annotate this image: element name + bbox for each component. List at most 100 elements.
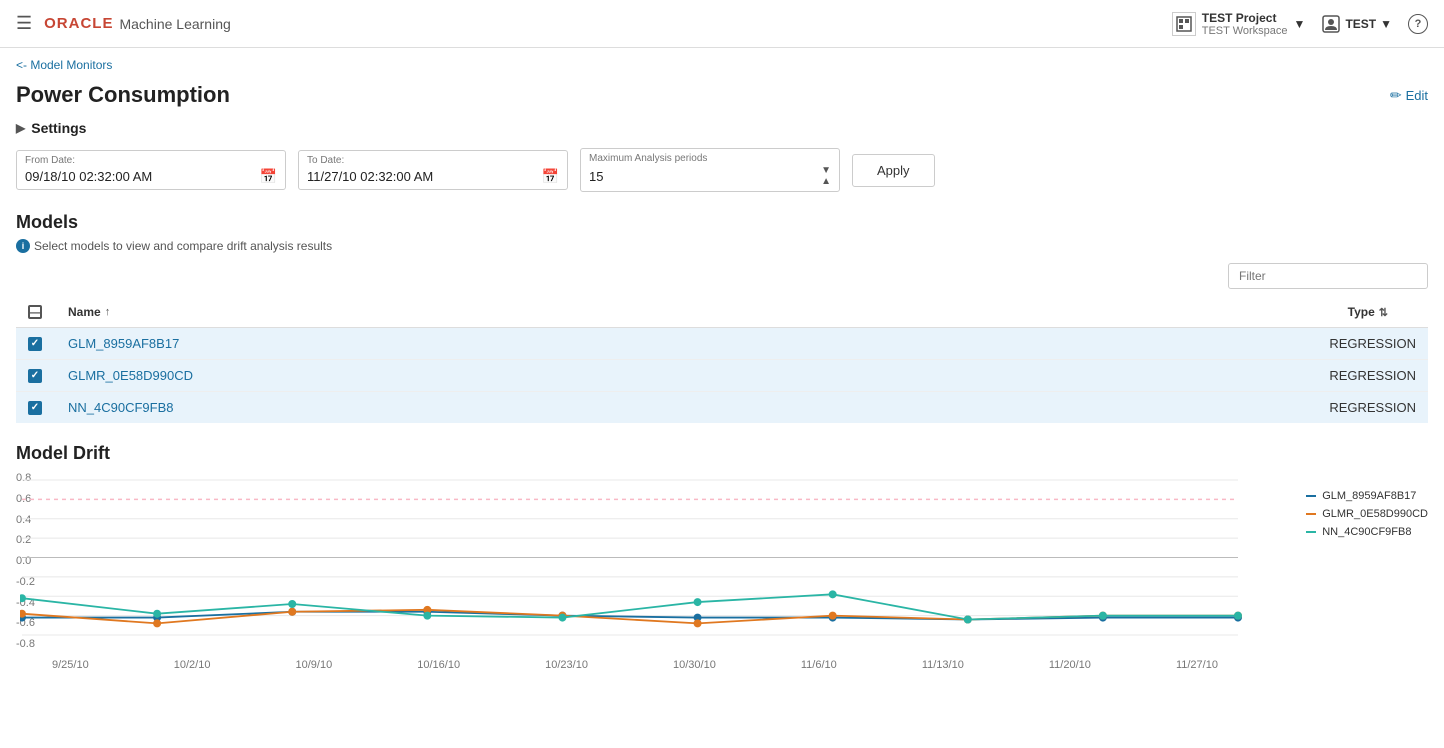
settings-toggle[interactable]: ▶ Settings [16, 120, 1428, 136]
drift-chart-svg [20, 470, 1248, 655]
name-header-label: Name [68, 305, 101, 319]
model-name-cell: GLMR_0E58D990CD [56, 360, 843, 392]
to-date-calendar-icon[interactable]: 📅 [542, 168, 559, 185]
select-all-header[interactable]: — [16, 297, 56, 328]
page-title-row: Power Consumption ✏ Edit [16, 82, 1428, 108]
edit-button[interactable]: ✏ Edit [1390, 87, 1428, 104]
row-checkbox-cell[interactable]: ✓ [16, 360, 56, 392]
models-hint: i Select models to view and compare drif… [16, 239, 1428, 253]
models-section: Models i Select models to view and compa… [16, 212, 1428, 423]
models-hint-text: Select models to view and compare drift … [34, 239, 332, 253]
user-icon [1321, 14, 1341, 34]
from-date-field[interactable]: From Date: 09/18/10 02:32:00 AM 📅 [16, 150, 286, 190]
period-value: 15 [589, 169, 603, 184]
filter-input[interactable] [1228, 263, 1428, 289]
help-button[interactable]: ? [1408, 14, 1428, 34]
legend-label: GLMR_0E58D990CD [1322, 508, 1428, 520]
from-date-calendar-icon[interactable]: 📅 [260, 168, 277, 185]
type-sort: Type ⇅ [855, 305, 1388, 319]
project-icon [1172, 12, 1196, 36]
check-mark-icon: ✓ [31, 338, 39, 349]
breadcrumb[interactable]: <- Model Monitors [0, 48, 1444, 82]
legend-label: GLM_8959AF8B17 [1322, 490, 1416, 502]
project-info[interactable]: TEST Project TEST Workspace ▼ [1172, 11, 1306, 37]
header-left: ☰ ORACLE Machine Learning [16, 13, 231, 34]
user-name-label: TEST [1345, 17, 1376, 31]
project-name: TEST Project [1202, 11, 1288, 25]
models-section-title: Models [16, 212, 1428, 233]
oracle-logo: ORACLE Machine Learning [44, 15, 231, 32]
legend-dot [1306, 495, 1316, 497]
model-name-link[interactable]: GLMR_0E58D990CD [68, 368, 193, 383]
x-axis-labels: 9/25/1010/2/1010/9/1010/16/1010/23/1010/… [52, 659, 1428, 671]
to-date-field[interactable]: To Date: 11/27/10 02:32:00 AM 📅 [298, 150, 568, 190]
to-date-label: To Date: [307, 155, 559, 166]
table-row: ✓ GLMR_0E58D990CD REGRESSION [16, 360, 1428, 392]
legend-dot [1306, 513, 1316, 515]
period-up-arrow-icon[interactable]: ▲ [821, 177, 831, 187]
period-inner: 15 ▼ ▲ [589, 166, 831, 187]
row-checkbox[interactable]: ✓ [28, 401, 42, 415]
legend-label: NN_4C90CF9FB8 [1322, 526, 1411, 538]
model-name-cell: GLM_8959AF8B17 [56, 328, 843, 360]
row-checkbox-cell[interactable]: ✓ [16, 392, 56, 424]
chart-container: 0.80.60.40.20.0-0.2-0.4-0.6-0.8 GLM_8959… [16, 470, 1428, 671]
model-name-link[interactable]: NN_4C90CF9FB8 [68, 400, 174, 415]
x-axis-label: 10/16/10 [417, 659, 460, 671]
chart-wrapper: 0.80.60.40.20.0-0.2-0.4-0.6-0.8 GLM_8959… [16, 470, 1428, 655]
row-checkbox-cell[interactable]: ✓ [16, 328, 56, 360]
x-axis-label: 11/27/10 [1176, 659, 1218, 671]
chart-area: GLM_8959AF8B17 GLMR_0E58D990CD NN_4C90CF9F… [20, 470, 1428, 655]
row-checkbox[interactable]: ✓ [28, 337, 42, 351]
project-workspace: TEST Workspace [1202, 25, 1288, 37]
model-type-cell: REGRESSION [843, 360, 1428, 392]
chart-legend: GLM_8959AF8B17 GLMR_0E58D990CD NN_4C90CF9F… [1306, 490, 1428, 538]
models-header-row: — Name ↑ Type ⇅ [16, 297, 1428, 328]
settings-chevron-icon: ▶ [16, 121, 25, 135]
x-axis-label: 10/2/10 [174, 659, 211, 671]
period-down-arrow-icon[interactable]: ▼ [821, 166, 831, 176]
apply-button[interactable]: Apply [852, 154, 935, 187]
model-name-cell: NN_4C90CF9FB8 [56, 392, 843, 424]
edit-label: Edit [1406, 88, 1428, 103]
select-all-checkbox[interactable]: — [28, 305, 42, 319]
x-axis-label: 11/13/10 [922, 659, 964, 671]
project-dropdown-icon[interactable]: ▼ [1294, 17, 1306, 31]
model-name-link[interactable]: GLM_8959AF8B17 [68, 336, 179, 351]
user-info[interactable]: TEST ▼ [1321, 14, 1392, 34]
period-select[interactable]: Maximum Analysis periods 15 ▼ ▲ [580, 148, 840, 192]
name-column-header[interactable]: Name ↑ [56, 297, 843, 328]
from-date-label: From Date: [25, 155, 277, 166]
header: ☰ ORACLE Machine Learning TEST Project T… [0, 0, 1444, 48]
model-type-cell: REGRESSION [843, 392, 1428, 424]
x-axis-label: 10/23/10 [545, 659, 588, 671]
info-icon: i [16, 239, 30, 253]
x-axis-label: 10/9/10 [296, 659, 333, 671]
x-axis-label: 9/25/10 [52, 659, 89, 671]
main-content: Power Consumption ✏ Edit ▶ Settings From… [0, 82, 1444, 691]
hamburger-menu[interactable]: ☰ [16, 13, 32, 34]
models-table-body: ✓ GLM_8959AF8B17 REGRESSION ✓ GLMR_0E58D… [16, 328, 1428, 424]
legend-dot [1306, 531, 1316, 533]
check-mark-icon: ✓ [31, 370, 39, 381]
type-sort-icon: ⇅ [1379, 306, 1388, 319]
to-date-inner: 11/27/10 02:32:00 AM 📅 [307, 168, 559, 185]
name-sort-icon: ↑ [105, 306, 111, 318]
settings-controls: From Date: 09/18/10 02:32:00 AM 📅 To Dat… [16, 148, 1428, 192]
table-row: ✓ NN_4C90CF9FB8 REGRESSION [16, 392, 1428, 424]
minus-icon: — [29, 305, 41, 319]
row-checkbox[interactable]: ✓ [28, 369, 42, 383]
table-row: ✓ GLM_8959AF8B17 REGRESSION [16, 328, 1428, 360]
user-dropdown-icon[interactable]: ▼ [1380, 17, 1392, 31]
project-text: TEST Project TEST Workspace [1202, 11, 1288, 37]
model-type-cell: REGRESSION [843, 328, 1428, 360]
name-sort: Name ↑ [68, 305, 831, 319]
type-column-header[interactable]: Type ⇅ [843, 297, 1428, 328]
x-axis-label: 11/20/10 [1049, 659, 1091, 671]
from-date-value: 09/18/10 02:32:00 AM [25, 169, 152, 184]
models-table: — Name ↑ Type ⇅ [16, 297, 1428, 423]
page-title: Power Consumption [16, 82, 230, 108]
filter-row [16, 263, 1428, 289]
from-date-inner: 09/18/10 02:32:00 AM 📅 [25, 168, 277, 185]
x-axis-label: 11/6/10 [801, 659, 837, 671]
